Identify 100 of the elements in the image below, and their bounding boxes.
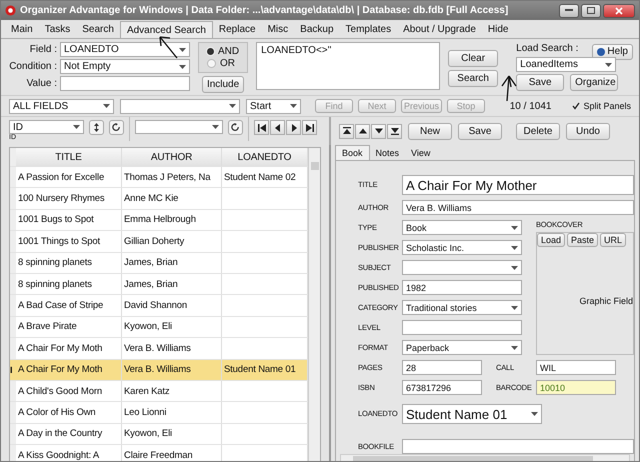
dropdown-field[interactable]: LOANEDTO xyxy=(60,42,190,57)
radio-button[interactable] xyxy=(207,59,216,68)
maximize-button[interactable] xyxy=(581,4,601,18)
dropdown-field[interactable]: Book xyxy=(402,220,522,235)
text-field[interactable]: 28 xyxy=(402,360,482,375)
save-search-button[interactable]: Save xyxy=(516,74,564,91)
menu-tab[interactable]: About / Upgrade xyxy=(397,21,482,38)
menu-tab[interactable]: Backup xyxy=(294,21,340,38)
sort-button[interactable] xyxy=(89,120,104,135)
dropdown-field[interactable]: Start xyxy=(246,98,301,114)
text-field[interactable]: 673817296 xyxy=(402,380,482,395)
close-button[interactable] xyxy=(603,4,635,18)
refresh-button[interactable] xyxy=(109,120,124,135)
table-row[interactable]: A Day in the Country Kyowon, Eli xyxy=(10,424,308,446)
radio-button[interactable] xyxy=(207,48,214,55)
next-record-button[interactable] xyxy=(371,124,386,138)
refresh-button[interactable] xyxy=(228,120,243,135)
table-row[interactable]: 100 Nursery Rhymes Anne MC Kie xyxy=(10,188,308,210)
column-header[interactable]: TITLE xyxy=(16,148,122,166)
cover-button[interactable]: Paste xyxy=(567,233,598,247)
dropdown-field[interactable]: ALL FIELDS xyxy=(9,98,114,114)
menu-tab[interactable]: Search xyxy=(76,21,120,38)
refresh-icon xyxy=(112,123,121,132)
table-cell: David Shannon xyxy=(122,295,222,316)
form-tab[interactable]: Book xyxy=(335,145,370,160)
table-row[interactable]: 1001 Things to Spot Gillian Doherty xyxy=(10,231,308,253)
menu-tab[interactable]: Templates xyxy=(340,21,398,38)
table-row[interactable]: 8 spinning planets James, Brian xyxy=(10,252,308,274)
record-button[interactable]: Delete xyxy=(516,122,560,140)
organize-button[interactable]: Organize xyxy=(570,74,618,91)
minimize-button[interactable] xyxy=(559,4,579,18)
record-button[interactable]: New xyxy=(408,122,452,140)
text-field[interactable]: 10010 xyxy=(536,380,616,395)
menu-tab[interactable]: Tasks xyxy=(38,21,76,38)
text-field[interactable]: A Chair For My Mother xyxy=(402,175,634,195)
table-cell: Emma Helbrough xyxy=(122,210,222,230)
table-row[interactable]: A Bad Case of Stripe David Shannon xyxy=(10,295,308,317)
dropdown-field[interactable] xyxy=(402,260,522,275)
help-icon xyxy=(597,48,606,56)
table-row[interactable]: A Child's Good Morn Karen Katz xyxy=(10,380,308,402)
dropdown-field[interactable] xyxy=(135,120,223,134)
dropdown-field[interactable] xyxy=(120,98,240,114)
value-field[interactable] xyxy=(60,76,190,91)
previous-record-button[interactable] xyxy=(270,120,285,135)
include-button[interactable]: Include xyxy=(202,76,244,93)
current-row-marker: I xyxy=(10,364,13,375)
menu-tab[interactable]: Hide xyxy=(482,21,514,38)
cover-button[interactable]: Load xyxy=(537,233,566,247)
first-record-button[interactable] xyxy=(339,124,354,138)
next-record-button[interactable] xyxy=(286,120,301,135)
table-row[interactable]: A Brave Pirate Kyowon, Eli xyxy=(10,316,308,338)
form-tab[interactable]: Notes xyxy=(370,145,406,160)
text-field[interactable]: WIL xyxy=(536,360,616,375)
dropdown-field[interactable]: LoanedItems xyxy=(516,57,616,72)
record-button[interactable]: Undo xyxy=(566,122,610,140)
checkbox[interactable] xyxy=(571,101,582,111)
dropdown-field[interactable]: Student Name 01 xyxy=(402,404,542,424)
record-count: 10 / 1041 xyxy=(510,100,552,112)
previous-record-button[interactable] xyxy=(355,124,370,138)
menu-tab[interactable]: Main xyxy=(5,21,39,38)
search-action-button[interactable]: Search xyxy=(448,70,498,87)
caret-icon xyxy=(103,104,110,108)
help-button[interactable]: Help xyxy=(592,44,633,60)
form-tab[interactable]: View xyxy=(405,145,436,160)
table-row[interactable]: A Color of His Own Leo Lionni xyxy=(10,402,308,424)
text-field[interactable]: Vera B. Williams xyxy=(402,200,634,215)
skip-end-icon xyxy=(306,124,314,132)
search-action-button[interactable]: Clear xyxy=(448,50,498,67)
first-record-button[interactable] xyxy=(254,120,269,135)
table-row[interactable]: 1001 Bugs to Spot Emma Helbrough xyxy=(10,210,308,232)
menu-tab[interactable]: Replace xyxy=(212,21,262,38)
table-cell: 1001 Bugs to Spot xyxy=(16,210,122,230)
dropdown-field[interactable]: ID xyxy=(9,120,84,134)
text-field[interactable]: 1982 xyxy=(402,280,522,295)
table-row[interactable]: A Passion for Excelle Thomas J Peters, Na Student Name 02 xyxy=(10,167,308,188)
menu-tab[interactable]: Advanced Search xyxy=(120,21,213,38)
record-button[interactable]: Save xyxy=(458,122,502,140)
dropdown-field[interactable]: Paperback xyxy=(402,340,522,355)
cover-button[interactable]: URL xyxy=(600,233,626,247)
maximize-icon xyxy=(587,7,595,14)
column-header[interactable]: AUTHOR xyxy=(122,148,222,166)
last-record-button[interactable] xyxy=(387,124,402,138)
image-field[interactable]: Load Paste URL Graphic Field xyxy=(536,232,634,355)
table-row[interactable]: I A Chair For My Moth Vera B. Williams Student Name 01 xyxy=(10,360,308,381)
dropdown-field[interactable]: Not Empty xyxy=(60,59,190,74)
text-field[interactable] xyxy=(402,439,634,454)
table-cell: 8 spinning planets xyxy=(16,252,122,273)
text-field[interactable] xyxy=(402,320,522,335)
caret-icon xyxy=(511,226,518,230)
checkbox-label: Split Panels xyxy=(583,101,631,111)
vertical-scrollbar[interactable] xyxy=(308,148,320,461)
window-title: Organizer Advantage for Windows | Data Folder: ...\advantage\data\db\ | Database: db.fdb [Full Access] xyxy=(20,5,508,16)
query-field[interactable]: LOANEDTO<>'' xyxy=(256,42,440,90)
menu-tab[interactable]: Misc xyxy=(262,21,294,38)
table-cell: Anne MC Kie xyxy=(122,188,222,209)
dropdown-field[interactable]: Traditional stories xyxy=(402,300,522,315)
dropdown-field[interactable]: Scholastic Inc. xyxy=(402,240,522,255)
table-cell: A Bad Case of Stripe xyxy=(16,295,122,316)
table-row[interactable]: 8 spinning planets James, Brian xyxy=(10,274,308,296)
last-record-button[interactable] xyxy=(302,120,317,135)
